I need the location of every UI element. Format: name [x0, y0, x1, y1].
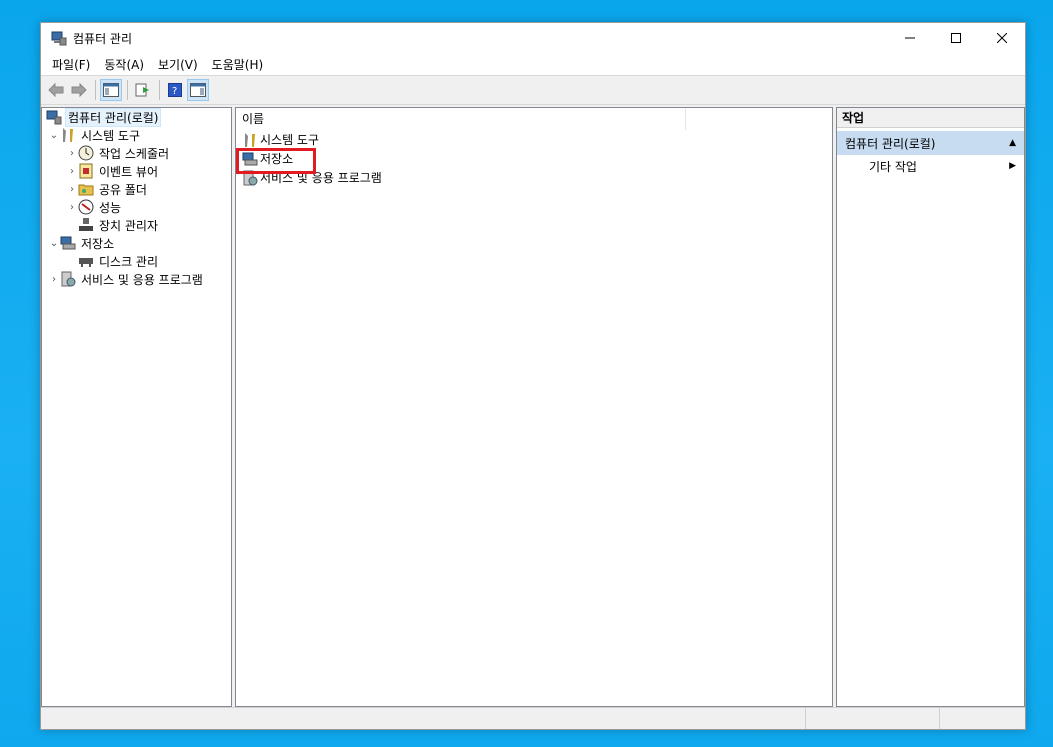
show-hide-console-tree-button[interactable] — [100, 79, 122, 101]
list-item-label: 저장소 — [260, 152, 294, 166]
action-pane-icon — [190, 83, 206, 97]
minimize-icon — [905, 37, 915, 39]
tree-item-disk-management[interactable]: 디스크 관리 — [42, 252, 231, 270]
tree-item-label: 컴퓨터 관리(로컬) — [65, 107, 162, 127]
help-icon: ? — [168, 83, 182, 97]
column-header-name[interactable]: 이름 — [236, 107, 686, 130]
computer-management-icon — [46, 109, 62, 125]
tree-item-device-manager[interactable]: 장치 관리자 — [42, 216, 231, 234]
menu-bar: 파일(F) 동작(A) 보기(V) 도움말(H) — [41, 53, 1025, 75]
action-section-computer-management[interactable]: 컴퓨터 관리(로컬) ▲ — [837, 131, 1024, 155]
tree-item-label: 작업 스케줄러 — [99, 146, 170, 161]
window-controls — [887, 23, 1025, 53]
tree-item-label: 저장소 — [81, 236, 115, 251]
chevron-right-icon[interactable]: › — [66, 165, 78, 177]
export-list-icon — [135, 83, 149, 97]
toolbar-separator — [159, 80, 160, 100]
list-item-label: 서비스 및 응용 프로그램 — [260, 171, 382, 185]
tree-item-event-viewer[interactable]: › 이벤트 뷰어 — [42, 162, 231, 180]
toolbar: ? — [41, 75, 1025, 105]
action-pane-header: 작업 — [837, 108, 1024, 128]
performance-icon — [78, 199, 94, 215]
maximize-button[interactable] — [933, 23, 979, 53]
tools-icon — [60, 127, 76, 143]
action-pane: 작업 컴퓨터 관리(로컬) ▲ 기타 작업 ▶ — [836, 107, 1025, 707]
storage-icon — [60, 235, 76, 251]
menu-view[interactable]: 보기(V) — [151, 56, 205, 73]
computer-management-window: 컴퓨터 관리 파일(F) 동작(A) 보기(V) 도움말(H) ? 컴퓨터 관리… — [40, 22, 1026, 730]
chevron-down-icon[interactable]: ⌄ — [48, 129, 60, 141]
toolbar-separator — [95, 80, 96, 100]
event-viewer-icon — [78, 163, 94, 179]
forward-arrow-icon — [71, 83, 87, 97]
tree-item-storage[interactable]: ⌄ 저장소 — [42, 234, 231, 252]
tree-item-label: 시스템 도구 — [81, 128, 141, 143]
tree-item-label: 장치 관리자 — [99, 218, 159, 233]
action-section-label: 컴퓨터 관리(로컬) — [845, 136, 936, 151]
tree-item-label: 서비스 및 응용 프로그램 — [81, 272, 203, 287]
minimize-button[interactable] — [887, 23, 933, 53]
tree-item-system-tools[interactable]: ⌄ 시스템 도구 — [42, 126, 231, 144]
list-item[interactable]: 시스템 도구 — [236, 130, 832, 149]
chevron-down-icon[interactable]: ⌄ — [48, 237, 60, 249]
tree-item-services-apps[interactable]: › 서비스 및 응용 프로그램 — [42, 270, 231, 288]
toolbar-separator — [127, 80, 128, 100]
tree-item-label: 디스크 관리 — [99, 254, 159, 269]
back-button[interactable] — [45, 79, 67, 101]
menu-action[interactable]: 동작(A) — [97, 56, 151, 73]
shared-folder-icon — [78, 181, 94, 197]
chevron-right-icon[interactable]: › — [66, 147, 78, 159]
storage-icon — [242, 151, 258, 167]
chevron-right-icon[interactable]: › — [66, 183, 78, 195]
triangle-right-icon: ▶ — [1009, 161, 1016, 171]
tree-item-shared-folders[interactable]: › 공유 폴더 — [42, 180, 231, 198]
window-title: 컴퓨터 관리 — [73, 31, 133, 46]
services-icon — [60, 271, 76, 287]
help-button[interactable]: ? — [164, 79, 186, 101]
close-button[interactable] — [979, 23, 1025, 53]
list-item-label: 시스템 도구 — [260, 133, 320, 147]
action-item-label: 기타 작업 — [869, 159, 917, 174]
console-tree-icon — [103, 83, 119, 97]
main-content: 컴퓨터 관리(로컬) ⌄ 시스템 도구 › 작업 스케줄러 › 이벤트 뷰어 ›… — [41, 107, 1025, 707]
result-list-pane: 이름 시스템 도구 저장소 서비스 및 응용 프로그램 — [235, 107, 833, 707]
tools-icon — [242, 132, 258, 148]
maximize-icon — [951, 33, 961, 43]
tree-item-performance[interactable]: › 성능 — [42, 198, 231, 216]
device-manager-icon — [78, 217, 94, 233]
status-cell — [41, 708, 805, 729]
tree-item-label: 이벤트 뷰어 — [99, 164, 159, 179]
list-item[interactable]: 저장소 — [236, 149, 832, 168]
tree-item-task-scheduler[interactable]: › 작업 스케줄러 — [42, 144, 231, 162]
title-bar[interactable]: 컴퓨터 관리 — [41, 23, 1025, 53]
svg-text:?: ? — [172, 86, 177, 97]
status-cell — [805, 708, 939, 729]
chevron-right-icon[interactable]: › — [66, 201, 78, 213]
tree-item-label: 성능 — [99, 200, 122, 215]
console-tree-pane: 컴퓨터 관리(로컬) ⌄ 시스템 도구 › 작업 스케줄러 › 이벤트 뷰어 ›… — [41, 107, 232, 707]
computer-management-icon — [51, 30, 67, 46]
services-icon — [242, 170, 258, 186]
menu-help[interactable]: 도움말(H) — [205, 56, 271, 73]
clock-icon — [78, 145, 94, 161]
status-bar — [41, 707, 1025, 729]
export-list-button[interactable] — [132, 79, 154, 101]
tree-item-root[interactable]: 컴퓨터 관리(로컬) — [42, 107, 231, 127]
close-icon — [997, 33, 1007, 43]
list-item[interactable]: 서비스 및 응용 프로그램 — [236, 168, 832, 187]
chevron-right-icon[interactable]: › — [48, 273, 60, 285]
disk-icon — [78, 253, 94, 269]
forward-button[interactable] — [68, 79, 90, 101]
status-cell — [939, 708, 1025, 729]
show-hide-action-pane-button[interactable] — [187, 79, 209, 101]
watermark — [938, 648, 1012, 676]
action-item-more-actions[interactable]: 기타 작업 ▶ — [837, 155, 1024, 177]
back-arrow-icon — [48, 83, 64, 97]
list-header: 이름 — [236, 107, 832, 130]
triangle-up-icon[interactable]: ▲ — [1009, 138, 1016, 148]
menu-file[interactable]: 파일(F) — [45, 56, 97, 73]
tree-item-label: 공유 폴더 — [99, 182, 147, 197]
